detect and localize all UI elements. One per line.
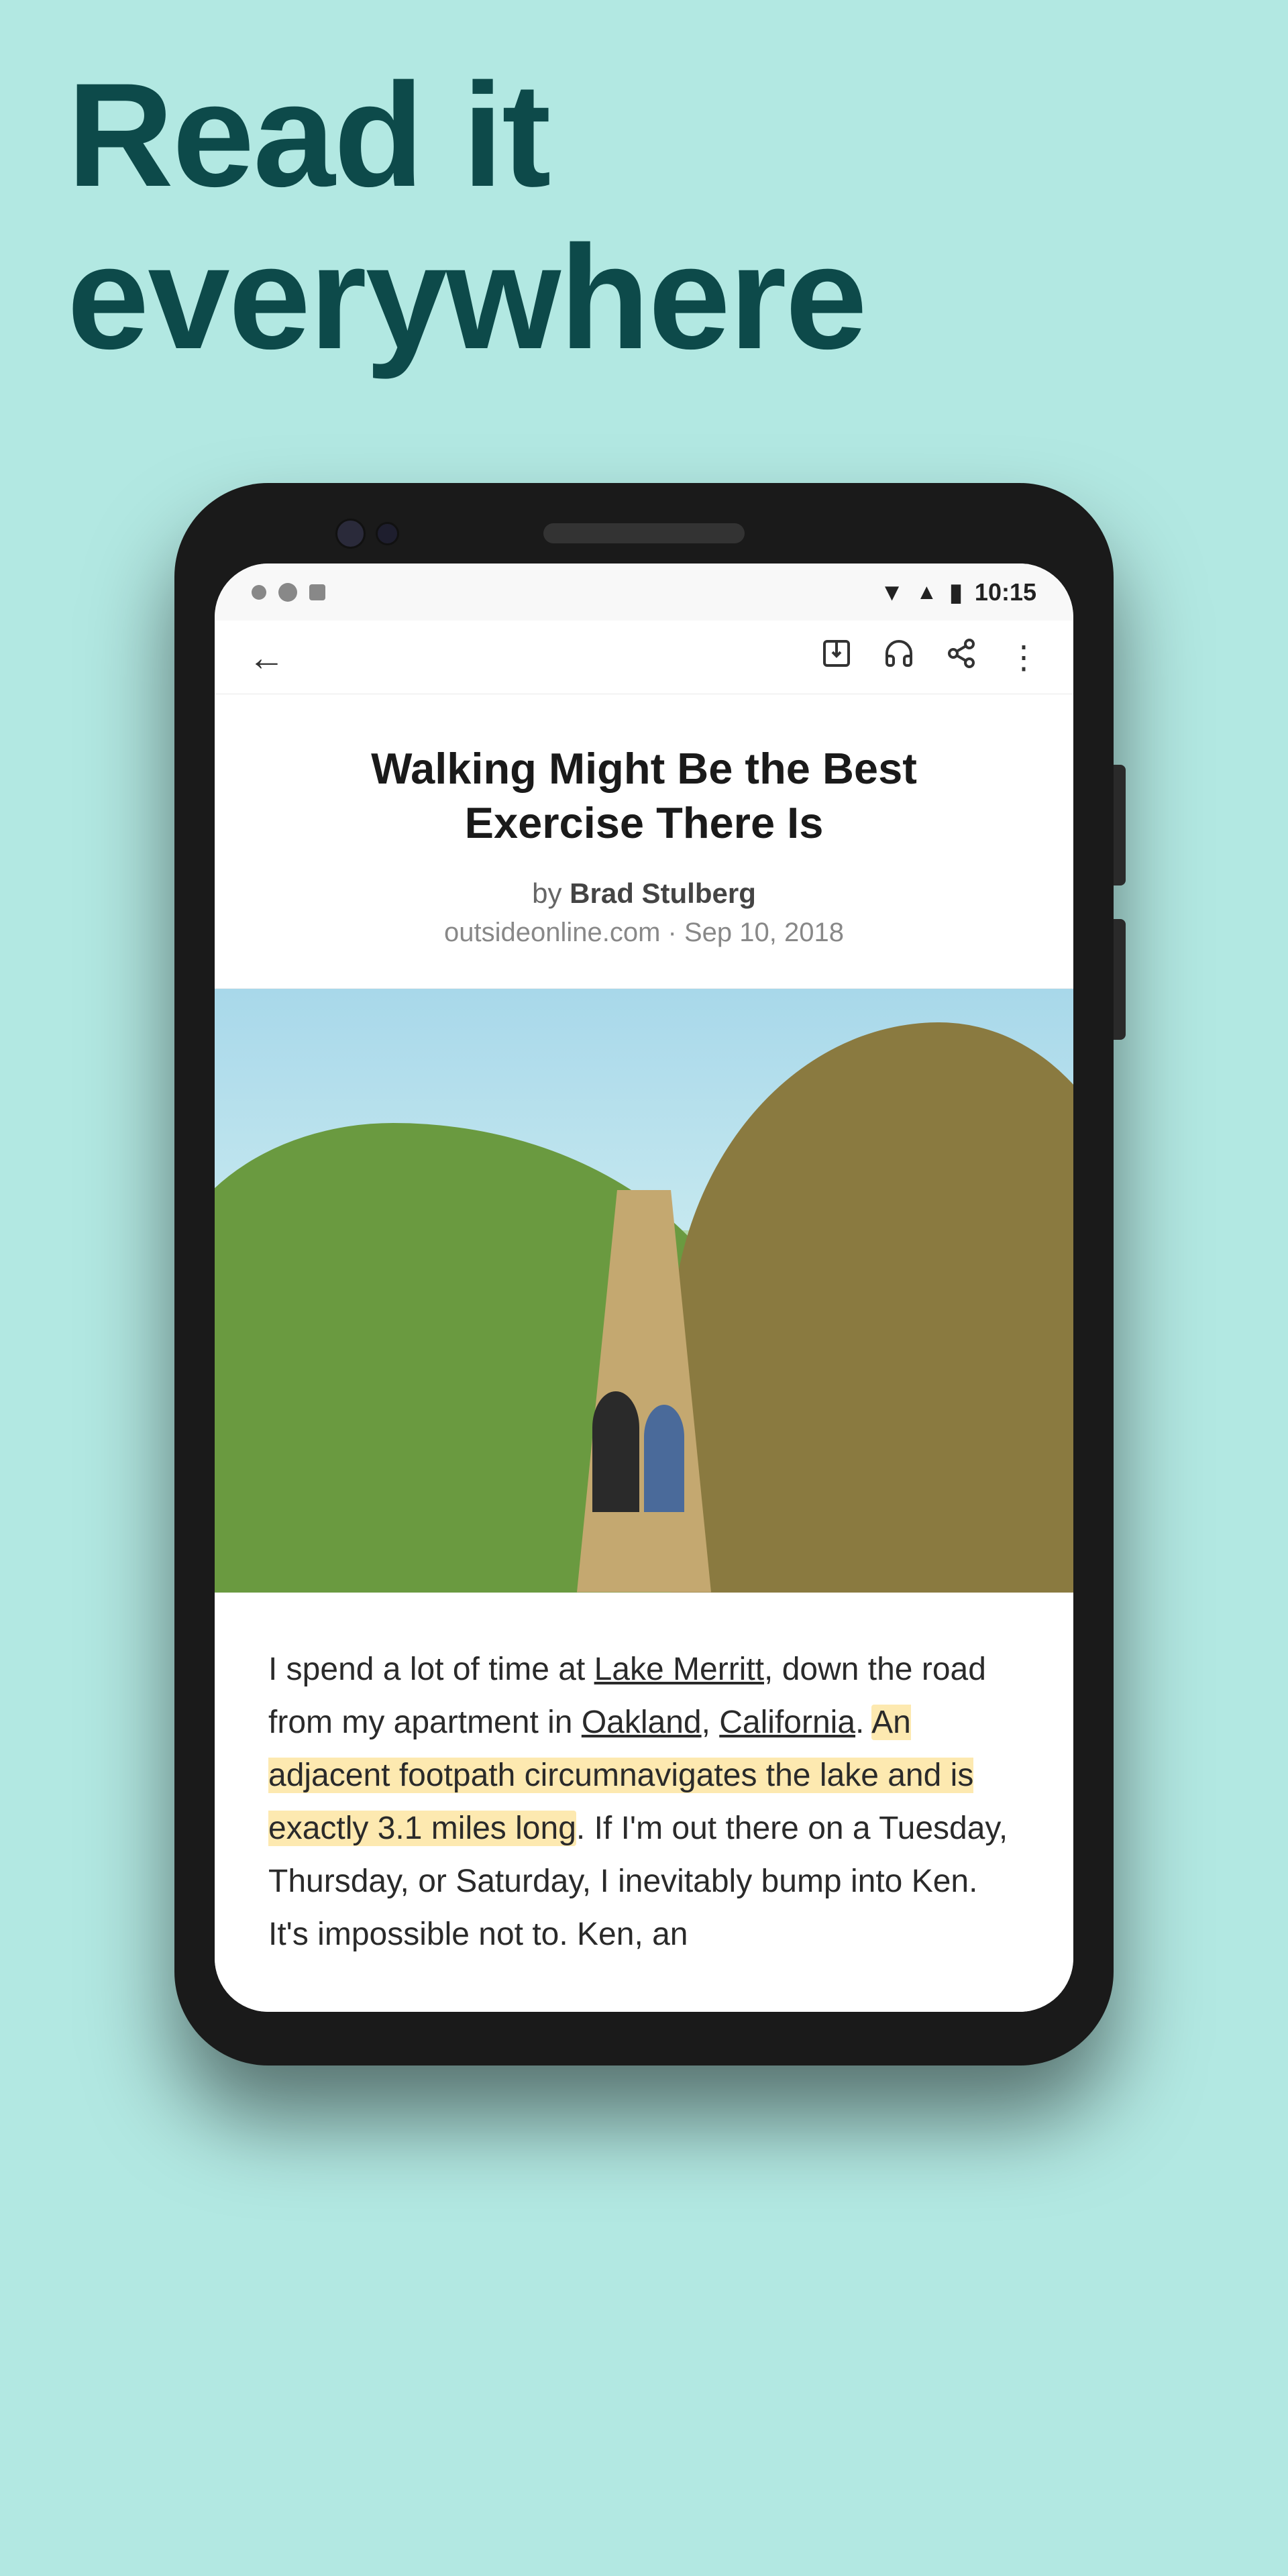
person-silhouette-2 xyxy=(644,1405,684,1512)
indicator-dot-2 xyxy=(278,583,297,602)
phone-volume-button xyxy=(1114,919,1126,1040)
phone-speaker xyxy=(543,523,745,543)
headline: Read it everywhere xyxy=(67,54,866,378)
back-button[interactable]: ← xyxy=(248,636,285,679)
battery-icon: ▮ xyxy=(949,578,963,606)
share-icon[interactable] xyxy=(945,637,977,678)
app-toolbar: ← xyxy=(215,621,1073,694)
indicator-dot-1 xyxy=(252,585,266,600)
link-oakland[interactable]: Oakland xyxy=(582,1705,702,1740)
headline-line1: Read it xyxy=(67,54,866,216)
article-header: Walking Might Be the Best Exercise There… xyxy=(215,694,1073,989)
image-hills xyxy=(215,1200,1073,1593)
wifi-icon: ▼ xyxy=(880,578,904,606)
article-meta: outsideonline.com · Sep 10, 2018 xyxy=(268,918,1020,948)
toolbar-action-icons: ⋮ xyxy=(820,637,1040,678)
signal-icon: ▲ xyxy=(916,580,937,604)
save-icon[interactable] xyxy=(820,637,853,678)
article-byline: by Brad Stulberg xyxy=(268,877,1020,910)
status-left-indicators xyxy=(252,583,325,602)
phone-frame: ▼ ▲ ▮ 10:15 ← xyxy=(174,483,1114,2065)
phone-power-button xyxy=(1114,765,1126,885)
headline-line2: everywhere xyxy=(67,216,866,378)
status-bar: ▼ ▲ ▮ 10:15 xyxy=(215,564,1073,621)
phone-camera-right xyxy=(376,522,399,545)
person-silhouette-1 xyxy=(592,1391,639,1512)
status-right-area: ▼ ▲ ▮ 10:15 xyxy=(880,578,1036,606)
phone-camera-left xyxy=(335,519,366,549)
article-title: Walking Might Be the Best Exercise There… xyxy=(268,741,1020,851)
page: Read it everywhere xyxy=(0,0,1288,2576)
phone-notch-area xyxy=(215,523,1073,543)
headphones-icon[interactable] xyxy=(883,637,915,678)
article-hero-image xyxy=(215,989,1073,1593)
indicator-square xyxy=(309,584,325,600)
phone-device: ▼ ▲ ▮ 10:15 ← xyxy=(174,483,1114,2065)
phone-screen: ▼ ▲ ▮ 10:15 ← xyxy=(215,564,1073,2012)
link-california[interactable]: California xyxy=(719,1705,855,1740)
article-body: I spend a lot of time at Lake Merritt, d… xyxy=(215,1593,1073,2012)
more-icon[interactable]: ⋮ xyxy=(1008,639,1040,676)
status-time: 10:15 xyxy=(975,578,1036,606)
link-lake-merritt[interactable]: Lake Merritt xyxy=(594,1652,764,1687)
